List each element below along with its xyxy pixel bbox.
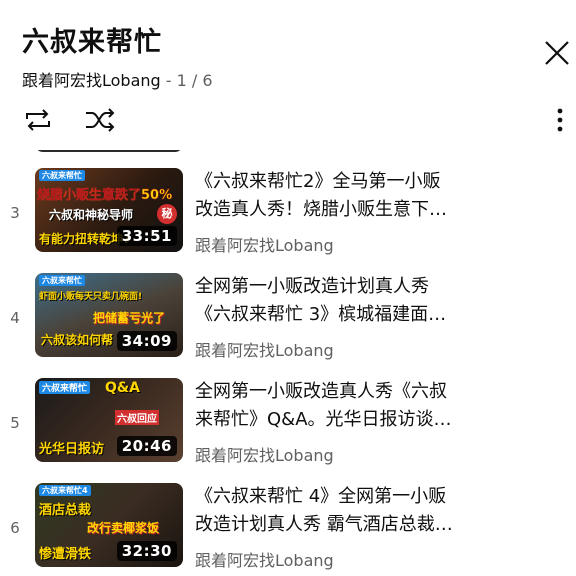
video-thumbnail[interactable]: 六叔来帮忙 Q&A 六叔回应 光华日报访 20:46 (35, 378, 183, 462)
video-title[interactable]: 全网第一小贩改造计划真人秀 《六叔来帮忙 3》槟城福建面… (195, 273, 565, 329)
video-thumbnail[interactable]: 六叔来帮忙4 酒店总裁 改行卖椰浆饭 惨遭滑铁 32:30 (35, 483, 183, 567)
more-vertical-icon (557, 108, 563, 132)
close-icon (545, 41, 569, 65)
thumbnail-tag: 六叔来帮忙 (39, 170, 85, 181)
item-info[interactable]: 全网第一小贩改造真人秀《六叔 来帮忙》Q&A。光华日报访谈… 跟着阿宏找Loba… (195, 378, 565, 466)
item-index: 5 (10, 414, 20, 432)
subtitle-separator: - (160, 71, 177, 90)
item-index: 6 (10, 519, 20, 537)
video-title[interactable]: 《六叔来帮忙 4》全网第一小贩 改造计划真人秀 霸气酒店总裁… (195, 483, 565, 539)
playlist-subtitle: 跟着阿宏找Lobang - 1 / 6 (22, 67, 213, 91)
video-title-line2: 《六叔来帮忙 3》槟城福建面… (195, 304, 447, 325)
loop-icon (26, 109, 50, 131)
playlist-header: 六叔来帮忙 跟着阿宏找Lobang - 1 / 6 (0, 0, 576, 150)
thumbnail-caption: 光华日报访 (39, 442, 105, 457)
video-title-line2: 来帮忙》Q&A。光华日报访谈… (195, 409, 452, 430)
thumbnail-tag: 六叔来帮忙 (39, 381, 91, 394)
video-title-line2: 改造计划真人秀 霸气酒店总裁… (195, 514, 453, 535)
item-info[interactable]: 全网第一小贩改造计划真人秀 《六叔来帮忙 3》槟城福建面… 跟着阿宏找Loban… (195, 273, 565, 361)
thumbnail-tag: 六叔来帮忙 (39, 275, 85, 286)
video-duration: 20:46 (116, 436, 177, 456)
thumbnail-headline: 虾面小贩每天只卖几碗面! (39, 292, 143, 302)
thumbnail-badge: 秘 (157, 204, 177, 224)
item-index: 3 (10, 204, 20, 222)
more-options-button[interactable] (540, 100, 576, 140)
playlist-item[interactable]: 5 六叔来帮忙 Q&A 六叔回应 光华日报访 20:46 全网第一小贩改造真人秀… (0, 378, 576, 478)
thumbnail-caption: 惨遭滑铁 (39, 547, 92, 562)
playlist-item[interactable]: 4 六叔来帮忙 虾面小贩每天只卖几碗面! 把储蓄亏光了 六叔该如何帮 34:09… (0, 273, 576, 373)
playlist-item[interactable]: 3 六叔来帮忙 烧腊小贩生意跌了50% 六叔和神秘导师 有能力扭转乾坤? 秘 3… (0, 168, 576, 268)
video-title-line1: 《六叔来帮忙 4》全网第一小贩 (195, 486, 447, 507)
video-duration: 32:30 (116, 541, 177, 561)
thumbnail-headline: 酒店总裁 (39, 503, 92, 518)
video-title-line1: 全网第一小贩改造真人秀《六叔 (195, 381, 447, 402)
video-title-line1: 《六叔来帮忙2》全马第一小贩 (195, 171, 441, 192)
video-channel: 跟着阿宏找Lobang (195, 341, 334, 360)
item-info[interactable]: 《六叔来帮忙2》全马第一小贩 改造真人秀！烧腊小贩生意下… 跟着阿宏找Loban… (195, 168, 565, 256)
previous-item-thumbnail-edge[interactable] (35, 150, 183, 152)
video-title-line2: 改造真人秀！烧腊小贩生意下… (195, 199, 447, 220)
loop-button[interactable] (18, 100, 58, 140)
thumbnail-subline: 六叔和神秘导师 (49, 208, 134, 222)
video-duration: 34:09 (116, 331, 177, 351)
video-channel: 跟着阿宏找Lobang (195, 236, 334, 255)
playlist-channel-link[interactable]: 跟着阿宏找Lobang (22, 71, 161, 90)
video-title[interactable]: 全网第一小贩改造真人秀《六叔 来帮忙》Q&A。光华日报访谈… (195, 378, 565, 434)
shuffle-button[interactable] (80, 100, 120, 140)
thumbnail-headline: 烧腊小贩生意跌了50% (37, 188, 173, 203)
playlist-position: 1 / 6 (176, 71, 213, 90)
video-thumbnail[interactable]: 六叔来帮忙 虾面小贩每天只卖几碗面! 把储蓄亏光了 六叔该如何帮 34:09 (35, 273, 183, 357)
video-thumbnail[interactable]: 六叔来帮忙 烧腊小贩生意跌了50% 六叔和神秘导师 有能力扭转乾坤? 秘 33:… (35, 168, 183, 252)
video-title-line1: 全网第一小贩改造计划真人秀 (195, 276, 429, 297)
thumbnail-caption: 六叔该如何帮 (41, 333, 114, 347)
video-title[interactable]: 《六叔来帮忙2》全马第一小贩 改造真人秀！烧腊小贩生意下… (195, 168, 565, 224)
playlist-items: 3 六叔来帮忙 烧腊小贩生意跌了50% 六叔和神秘导师 有能力扭转乾坤? 秘 3… (0, 150, 576, 576)
thumbnail-tag: 六叔来帮忙4 (39, 485, 91, 496)
playlist-item[interactable]: 6 六叔来帮忙4 酒店总裁 改行卖椰浆饭 惨遭滑铁 32:30 《六叔来帮忙 4… (0, 483, 576, 576)
thumbnail-subline: 改行卖椰浆饭 (87, 521, 160, 535)
playlist-title[interactable]: 六叔来帮忙 (22, 20, 162, 59)
thumbnail-subline: 六叔回应 (115, 410, 159, 425)
item-index: 4 (10, 309, 20, 327)
thumbnail-headline: Q&A (105, 380, 140, 396)
close-button[interactable] (540, 36, 574, 70)
thumbnail-subline: 把储蓄亏光了 (93, 311, 166, 325)
item-info[interactable]: 《六叔来帮忙 4》全网第一小贩 改造计划真人秀 霸气酒店总裁… 跟着阿宏找Lob… (195, 483, 565, 571)
video-channel: 跟着阿宏找Lobang (195, 446, 334, 465)
shuffle-icon (86, 108, 115, 132)
video-duration: 33:51 (116, 226, 177, 246)
video-channel: 跟着阿宏找Lobang (195, 551, 334, 570)
